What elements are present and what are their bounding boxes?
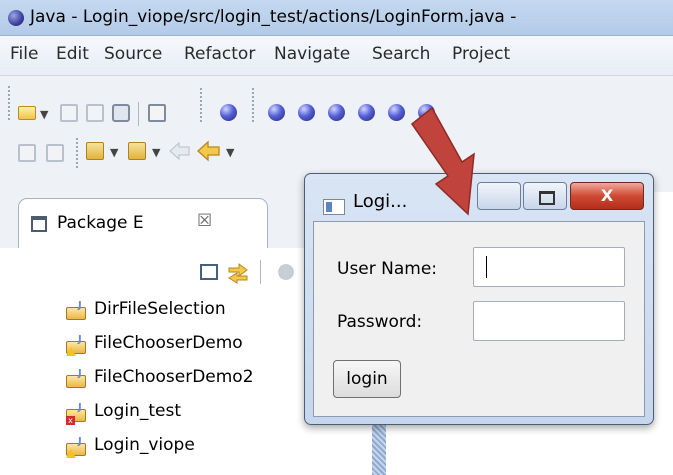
menu-bar: File Edit Source Refactor Navigate Searc… xyxy=(0,36,673,76)
tree-item-label: Login_viope xyxy=(94,435,195,455)
tree-item-login-viope[interactable]: J Login_viope xyxy=(66,432,366,462)
toolbar-separator xyxy=(260,260,261,284)
window-title-bar: Java - Login_viope/src/login_test/action… xyxy=(0,0,673,36)
tree-item-label: FileChooserDemo2 xyxy=(94,367,254,387)
login-dialog: Logi... X User Name: Password: login xyxy=(304,173,654,425)
tab-label: Package E xyxy=(57,213,144,233)
java-project-icon: J xyxy=(66,300,88,320)
run-icon[interactable] xyxy=(388,104,405,121)
menu-project[interactable]: Project xyxy=(452,44,510,64)
maximize-button[interactable] xyxy=(523,182,567,210)
java-project-warning-icon: J xyxy=(66,334,88,356)
toolbar-grip[interactable] xyxy=(8,86,11,120)
java-project-icon: J xyxy=(66,368,88,388)
run-icon[interactable] xyxy=(358,104,375,121)
username-field[interactable] xyxy=(473,247,625,287)
print-icon[interactable] xyxy=(112,104,130,122)
menu-navigate[interactable]: Navigate xyxy=(274,44,350,64)
toolbar-grip[interactable] xyxy=(76,138,79,168)
text-caret xyxy=(486,256,487,278)
dialog-title: Logi... xyxy=(353,191,408,212)
close-button[interactable]: X xyxy=(570,182,644,210)
new-icon[interactable] xyxy=(18,106,36,120)
back-arrow-icon[interactable] xyxy=(196,140,222,162)
view-toolbar xyxy=(0,248,352,294)
menu-source[interactable]: Source xyxy=(104,44,162,64)
chevron-down-icon[interactable]: ▼ xyxy=(226,146,234,159)
menu-search[interactable]: Search xyxy=(372,44,430,64)
package-explorer: Package E ☒ J DirFileSelection J FileCho… xyxy=(0,192,352,475)
eclipse-icon xyxy=(8,10,24,26)
chevron-down-icon[interactable]: ▼ xyxy=(110,146,118,159)
java-class-icon[interactable] xyxy=(148,104,166,122)
collapse-all-icon[interactable] xyxy=(200,264,218,280)
save-all-icon[interactable] xyxy=(86,104,104,122)
password-label: Password: xyxy=(337,312,423,332)
view-tab-area: Package E ☒ xyxy=(0,192,352,248)
view-menu-icon[interactable] xyxy=(278,264,294,280)
menu-file[interactable]: File xyxy=(10,44,38,64)
run-icon[interactable] xyxy=(298,104,315,121)
run-icon[interactable] xyxy=(418,104,435,121)
password-field[interactable] xyxy=(473,301,625,341)
link-with-editor-icon[interactable] xyxy=(226,260,250,284)
window-icon xyxy=(323,199,345,215)
window-title: Java - Login_viope/src/login_test/action… xyxy=(30,7,517,27)
chevron-down-icon[interactable]: ▼ xyxy=(152,146,160,159)
tree-item-label: FileChooserDemo xyxy=(94,333,243,353)
close-tab-icon[interactable]: ☒ xyxy=(197,211,212,231)
toolbar-grip[interactable] xyxy=(200,88,203,122)
tree-item-label: DirFileSelection xyxy=(94,299,226,319)
save-icon[interactable] xyxy=(60,104,78,122)
toolbar-grip[interactable] xyxy=(252,88,255,122)
run-icon[interactable] xyxy=(328,104,345,121)
java-project-warning-icon: J xyxy=(66,436,88,458)
next-annotation-icon[interactable] xyxy=(86,142,104,160)
username-label: User Name: xyxy=(337,259,438,279)
run-icon[interactable] xyxy=(268,104,285,121)
save-icon-disabled[interactable] xyxy=(18,144,36,162)
menu-refactor[interactable]: Refactor xyxy=(184,44,255,64)
tab-package-explorer[interactable]: Package E ☒ xyxy=(18,198,268,248)
previous-annotation-icon[interactable] xyxy=(128,142,146,160)
login-button[interactable]: login xyxy=(333,360,401,398)
java-project-error-icon: Jx xyxy=(66,402,88,425)
debug-icon[interactable] xyxy=(220,104,237,121)
chevron-down-icon[interactable]: ▼ xyxy=(40,108,48,121)
back-arrow-icon-disabled[interactable] xyxy=(168,140,192,162)
minimize-button[interactable] xyxy=(477,182,521,210)
toolbar-separator xyxy=(138,102,139,126)
menu-edit[interactable]: Edit xyxy=(56,44,89,64)
save-all-icon-disabled[interactable] xyxy=(46,144,64,162)
tree-item-label: Login_test xyxy=(94,401,182,421)
package-explorer-icon xyxy=(31,216,47,232)
